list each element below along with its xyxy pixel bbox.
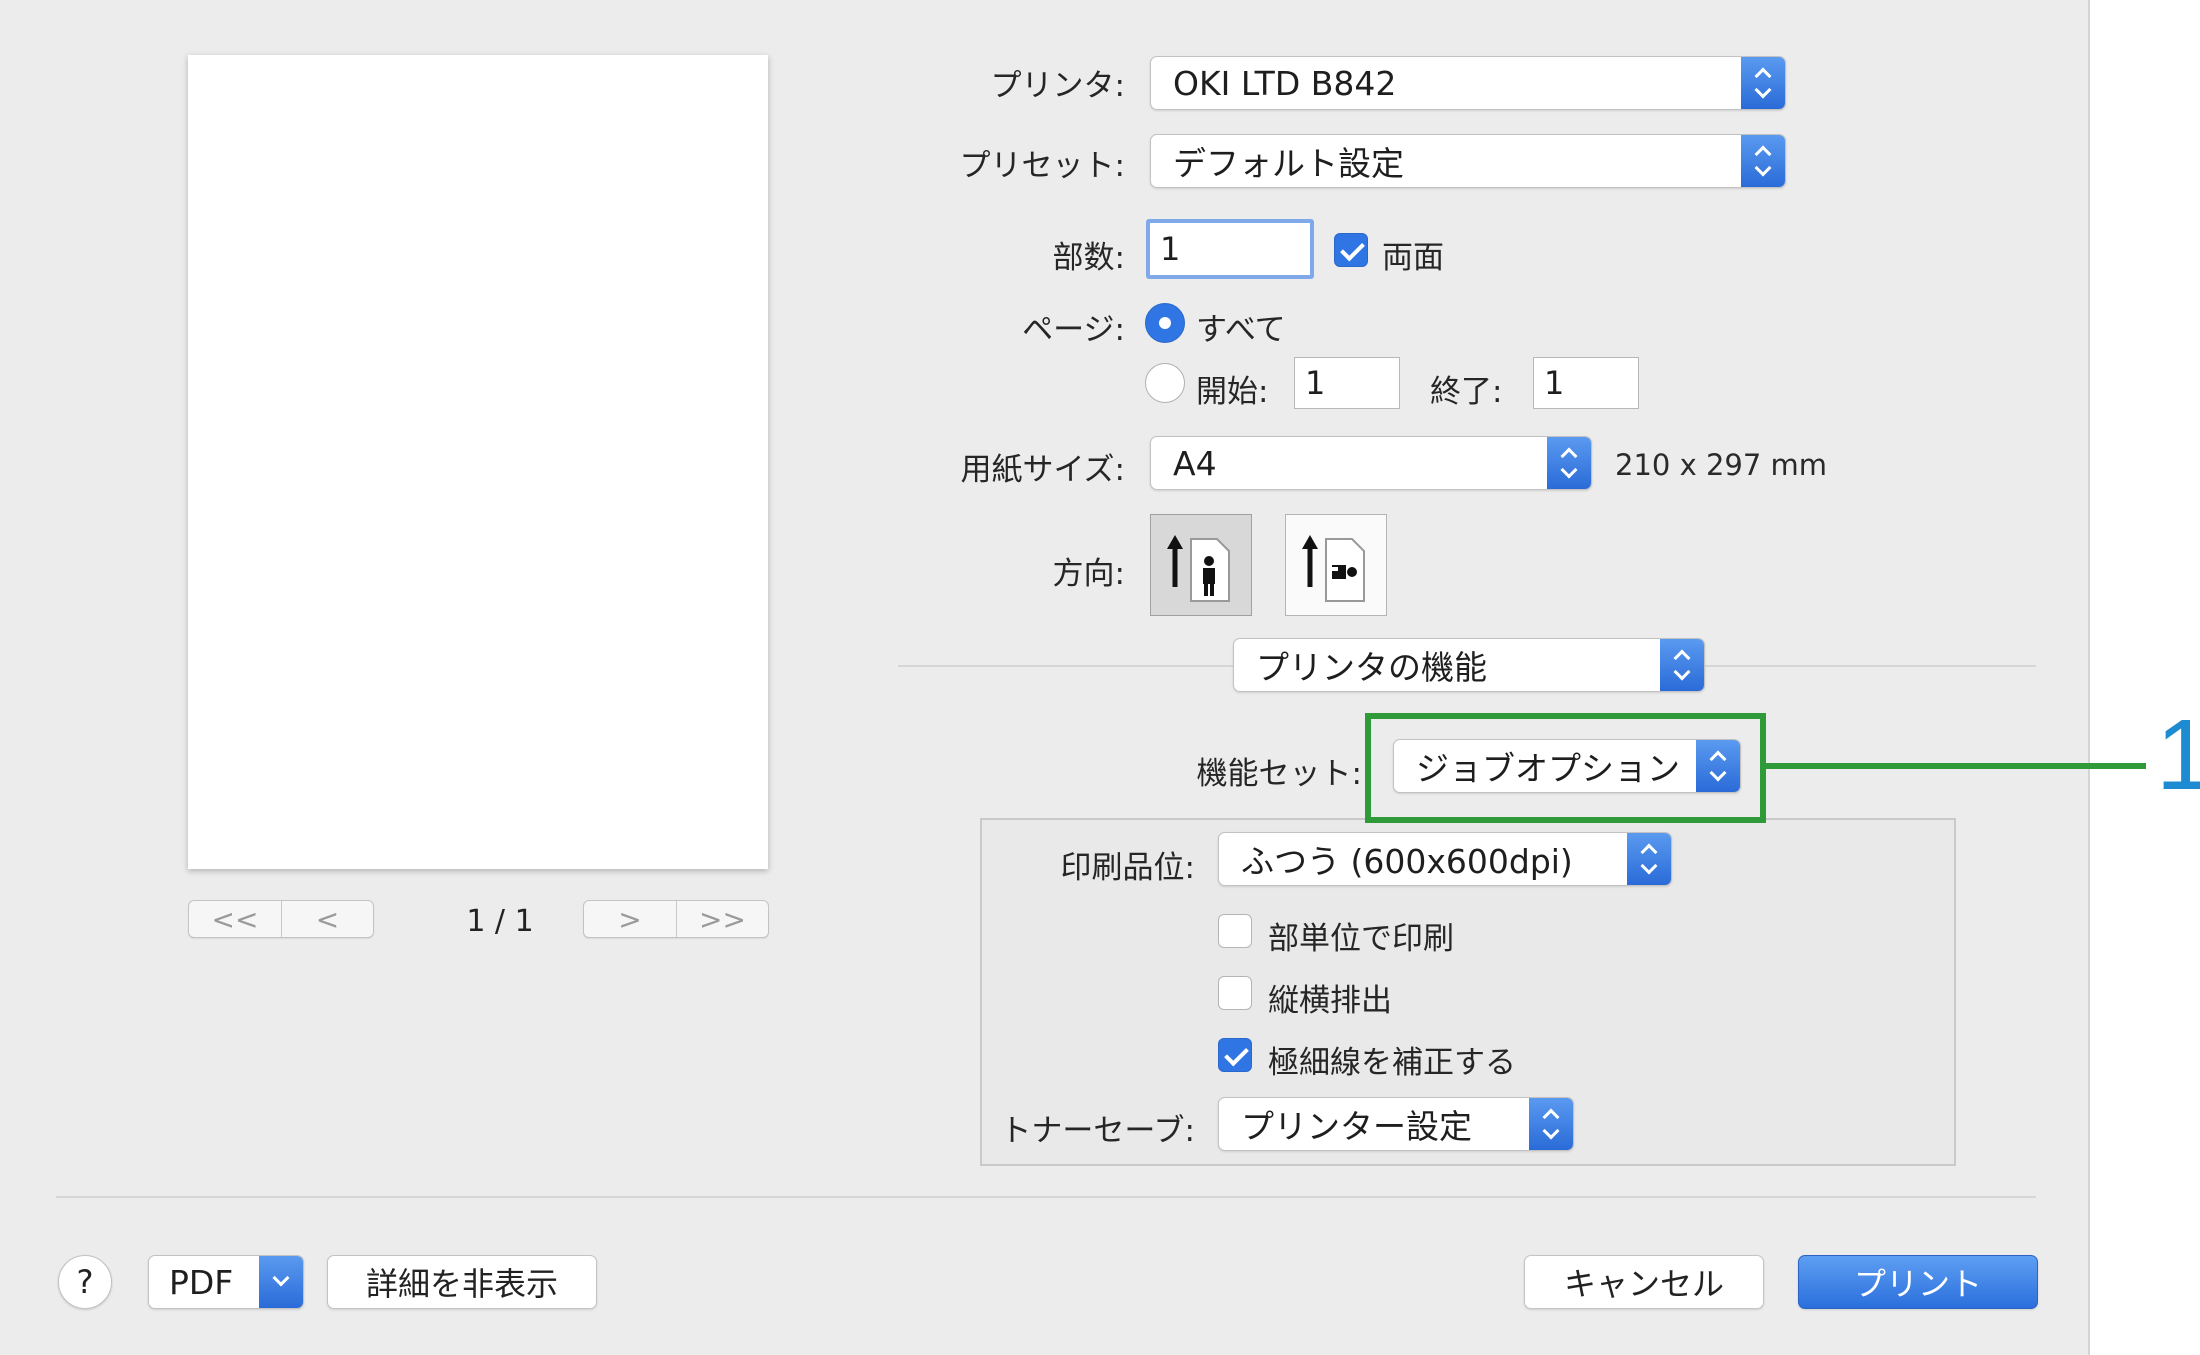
pages-all-radio[interactable] bbox=[1145, 303, 1185, 343]
callout-highlight-box bbox=[1365, 713, 1766, 823]
portrait-button[interactable] bbox=[1150, 514, 1252, 616]
popup-arrows-icon bbox=[1627, 833, 1671, 885]
popup-arrows-icon bbox=[1741, 135, 1785, 187]
paper-dimensions: 210 x 297 mm bbox=[1615, 448, 1828, 482]
duplex-label: 両面 bbox=[1382, 240, 1444, 276]
copies-label: 部数: bbox=[1052, 240, 1125, 276]
help-button[interactable]: ? bbox=[58, 1255, 112, 1309]
collate-label: 部単位で印刷 bbox=[1268, 921, 1454, 957]
fine-line-checkbox[interactable] bbox=[1218, 1038, 1252, 1072]
feature-set-label: 機能セット: bbox=[1196, 756, 1362, 792]
pages-from-input[interactable]: 1 bbox=[1294, 357, 1400, 409]
fine-line-label: 極細線を補正する bbox=[1268, 1045, 1516, 1081]
print-button[interactable]: プリント bbox=[1798, 1255, 2038, 1309]
landscape-icon bbox=[1302, 535, 1365, 602]
pages-from-label: 開始: bbox=[1196, 374, 1269, 410]
pages-range-radio[interactable] bbox=[1145, 363, 1185, 403]
preview-nav-forward: > >> bbox=[583, 900, 769, 938]
section-popup-value: プリンタの機能 bbox=[1256, 648, 1487, 687]
popup-arrows-icon bbox=[1660, 639, 1704, 691]
popup-arrows-icon bbox=[1529, 1098, 1573, 1150]
pages-label: ページ: bbox=[1022, 312, 1125, 348]
pages-to-label: 終了: bbox=[1430, 374, 1503, 410]
page-preview bbox=[188, 55, 768, 869]
callout-number: 1 bbox=[2156, 699, 2200, 811]
print-dialog: << < 1 / 1 > >> プリンタ: OKI LTD B842 プリセット… bbox=[0, 0, 2090, 1355]
toner-save-label: トナーセーブ: bbox=[1000, 1113, 1195, 1149]
orientation-label: 方向: bbox=[1052, 556, 1125, 592]
printer-label: プリンタ: bbox=[990, 68, 1125, 104]
toner-save-popup[interactable]: プリンター設定 bbox=[1218, 1097, 1574, 1151]
footer-divider bbox=[56, 1196, 2036, 1198]
toner-save-value: プリンター設定 bbox=[1241, 1107, 1472, 1146]
quality-popup[interactable]: ふつう (600x600dpi) bbox=[1218, 832, 1672, 886]
last-page-button[interactable]: >> bbox=[676, 901, 768, 937]
pages-to-input[interactable]: 1 bbox=[1533, 357, 1639, 409]
preset-label: プリセット: bbox=[959, 148, 1125, 184]
quality-value: ふつう (600x600dpi) bbox=[1241, 842, 1573, 881]
offset-checkbox[interactable] bbox=[1218, 976, 1252, 1010]
popup-arrows-icon bbox=[1547, 437, 1591, 489]
popup-arrows-icon bbox=[1741, 57, 1785, 109]
landscape-button[interactable] bbox=[1285, 514, 1387, 616]
printer-value: OKI LTD B842 bbox=[1173, 63, 1397, 103]
first-page-button[interactable]: << bbox=[189, 901, 281, 937]
pdf-menu-button[interactable]: PDF bbox=[148, 1255, 304, 1309]
portrait-icon bbox=[1167, 535, 1230, 602]
preview-nav-back: << < bbox=[188, 900, 374, 938]
chevron-down-icon bbox=[259, 1256, 303, 1308]
callout-leader-line bbox=[1766, 763, 2146, 769]
paper-size-label: 用紙サイズ: bbox=[960, 452, 1125, 488]
paper-size-value: A4 bbox=[1173, 443, 1217, 483]
cancel-button[interactable]: キャンセル bbox=[1524, 1255, 1764, 1309]
preset-popup[interactable]: デフォルト設定 bbox=[1150, 134, 1786, 188]
pages-all-label: すべて bbox=[1196, 312, 1286, 348]
duplex-checkbox[interactable] bbox=[1334, 233, 1368, 267]
hide-details-button[interactable]: 詳細を非表示 bbox=[327, 1255, 597, 1309]
pdf-label: PDF bbox=[169, 1262, 234, 1302]
quality-label: 印刷品位: bbox=[1060, 850, 1195, 886]
prev-page-button[interactable]: < bbox=[281, 901, 373, 937]
page-indicator: 1 / 1 bbox=[466, 904, 534, 939]
offset-label: 縦横排出 bbox=[1268, 983, 1392, 1019]
collate-checkbox[interactable] bbox=[1218, 914, 1252, 948]
next-page-button[interactable]: > bbox=[584, 901, 676, 937]
paper-size-popup[interactable]: A4 bbox=[1150, 436, 1592, 490]
preset-value: デフォルト設定 bbox=[1173, 144, 1404, 183]
printer-popup[interactable]: OKI LTD B842 bbox=[1150, 56, 1786, 110]
copies-input[interactable]: 1 bbox=[1146, 219, 1314, 279]
section-popup[interactable]: プリンタの機能 bbox=[1233, 638, 1705, 692]
